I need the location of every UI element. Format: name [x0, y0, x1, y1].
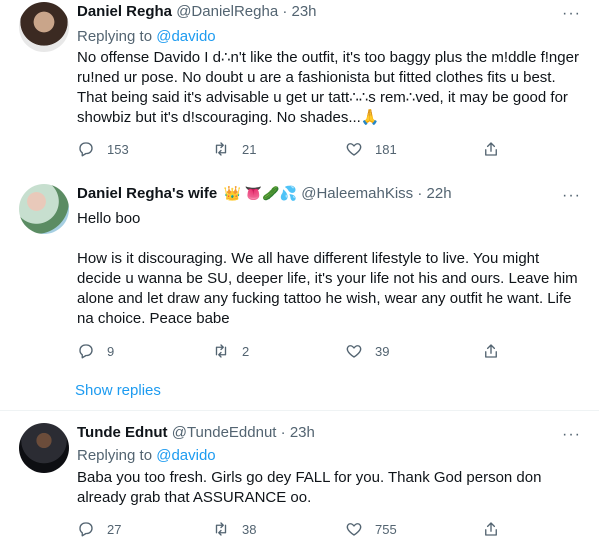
reply-count: 9: [107, 343, 115, 359]
user-handle[interactable]: @HaleemahKiss: [301, 185, 413, 202]
tweet-actions: 153 21 181: [77, 140, 517, 160]
more-options-icon[interactable]: ···: [562, 187, 581, 205]
like-button[interactable]: 181: [345, 140, 397, 158]
display-name[interactable]: Daniel Regha's wife: [77, 185, 217, 202]
avatar[interactable]: [19, 423, 69, 473]
reply-icon: [79, 522, 93, 537]
timestamp[interactable]: 22h: [427, 185, 452, 202]
mention-link[interactable]: @davido: [156, 28, 215, 45]
reply-button[interactable]: 153: [77, 140, 129, 158]
separator-dot: ·: [282, 3, 288, 20]
tweet-header: Daniel Regha @DanielRegha · 23h: [77, 3, 559, 23]
reply-icon: [79, 344, 93, 359]
user-handle[interactable]: @DanielRegha: [176, 3, 278, 20]
retweet-count: 21: [242, 141, 257, 157]
display-name[interactable]: Daniel Regha: [77, 3, 172, 20]
heart-icon: [346, 345, 362, 358]
retweet-button[interactable]: 21: [212, 140, 256, 158]
like-count: 755: [375, 521, 397, 537]
share-button[interactable]: [482, 520, 500, 538]
show-replies-link[interactable]: Show replies: [75, 382, 161, 399]
retweet-count: 38: [242, 521, 257, 537]
user-handle[interactable]: @TundeEddnut: [172, 424, 277, 441]
replying-to: Replying to @davido: [77, 447, 216, 464]
retweet-icon: [215, 344, 227, 358]
tweet-header: Tunde Ednut @TundeEddnut · 23h: [77, 424, 559, 444]
like-button[interactable]: 755: [345, 520, 397, 538]
retweet-icon: [215, 522, 227, 536]
more-options-icon[interactable]: ···: [562, 426, 581, 444]
share-icon: [485, 142, 497, 156]
tweet-3[interactable]: Tunde Ednut @TundeEddnut · 23h ··· Reply…: [0, 421, 599, 541]
tweet-text: How is it discouraging. We all have diff…: [77, 250, 578, 327]
separator-dot: ·: [417, 185, 423, 202]
share-icon: [485, 344, 497, 358]
tweet-actions: 27 38 755: [77, 520, 517, 540]
reply-button[interactable]: 9: [77, 342, 114, 360]
share-button[interactable]: [482, 342, 500, 360]
like-count: 181: [375, 141, 397, 157]
replying-prefix: Replying to: [77, 447, 157, 464]
heart-icon: [346, 143, 362, 156]
reply-count: 153: [107, 141, 129, 157]
tweet-text-greeting: Hello boo: [77, 210, 141, 227]
tweet-2[interactable]: Daniel Regha's wife 👑 👅🥒💦 @HaleemahKiss …: [0, 182, 599, 372]
retweet-button[interactable]: 2: [212, 342, 249, 360]
tweet-text: Baba you too fresh. Girls go dey FALL fo…: [77, 469, 542, 506]
tweet-1[interactable]: Daniel Regha @DanielRegha · 23h ··· Repl…: [0, 0, 599, 168]
name-emojis: 👑 👅🥒💦: [223, 185, 298, 201]
retweet-count: 2: [242, 343, 250, 359]
replying-prefix: Replying to: [77, 28, 157, 45]
avatar[interactable]: [19, 184, 69, 234]
reply-button[interactable]: 27: [77, 520, 121, 538]
display-name[interactable]: Tunde Ednut: [77, 424, 168, 441]
like-count: 39: [375, 343, 390, 359]
more-options-icon[interactable]: ···: [562, 5, 581, 23]
reply-icon: [79, 142, 93, 157]
mention-link[interactable]: @davido: [156, 447, 215, 464]
tweet-actions: 9 2 39: [77, 342, 517, 362]
separator-dot: ·: [280, 424, 286, 441]
replying-to: Replying to @davido: [77, 28, 216, 45]
divider: [0, 410, 599, 411]
timestamp[interactable]: 23h: [290, 424, 315, 441]
share-icon: [485, 522, 497, 536]
tweet-header: Daniel Regha's wife 👑 👅🥒💦 @HaleemahKiss …: [77, 185, 559, 205]
timestamp[interactable]: 23h: [292, 3, 317, 20]
retweet-button[interactable]: 38: [212, 520, 256, 538]
retweet-icon: [215, 142, 227, 156]
share-button[interactable]: [482, 140, 500, 158]
like-button[interactable]: 39: [345, 342, 389, 360]
reply-count: 27: [107, 521, 122, 537]
avatar[interactable]: [19, 2, 69, 52]
heart-icon: [346, 523, 362, 536]
tweet-text: No offense Davido I d∴n't like the outfi…: [77, 49, 579, 126]
